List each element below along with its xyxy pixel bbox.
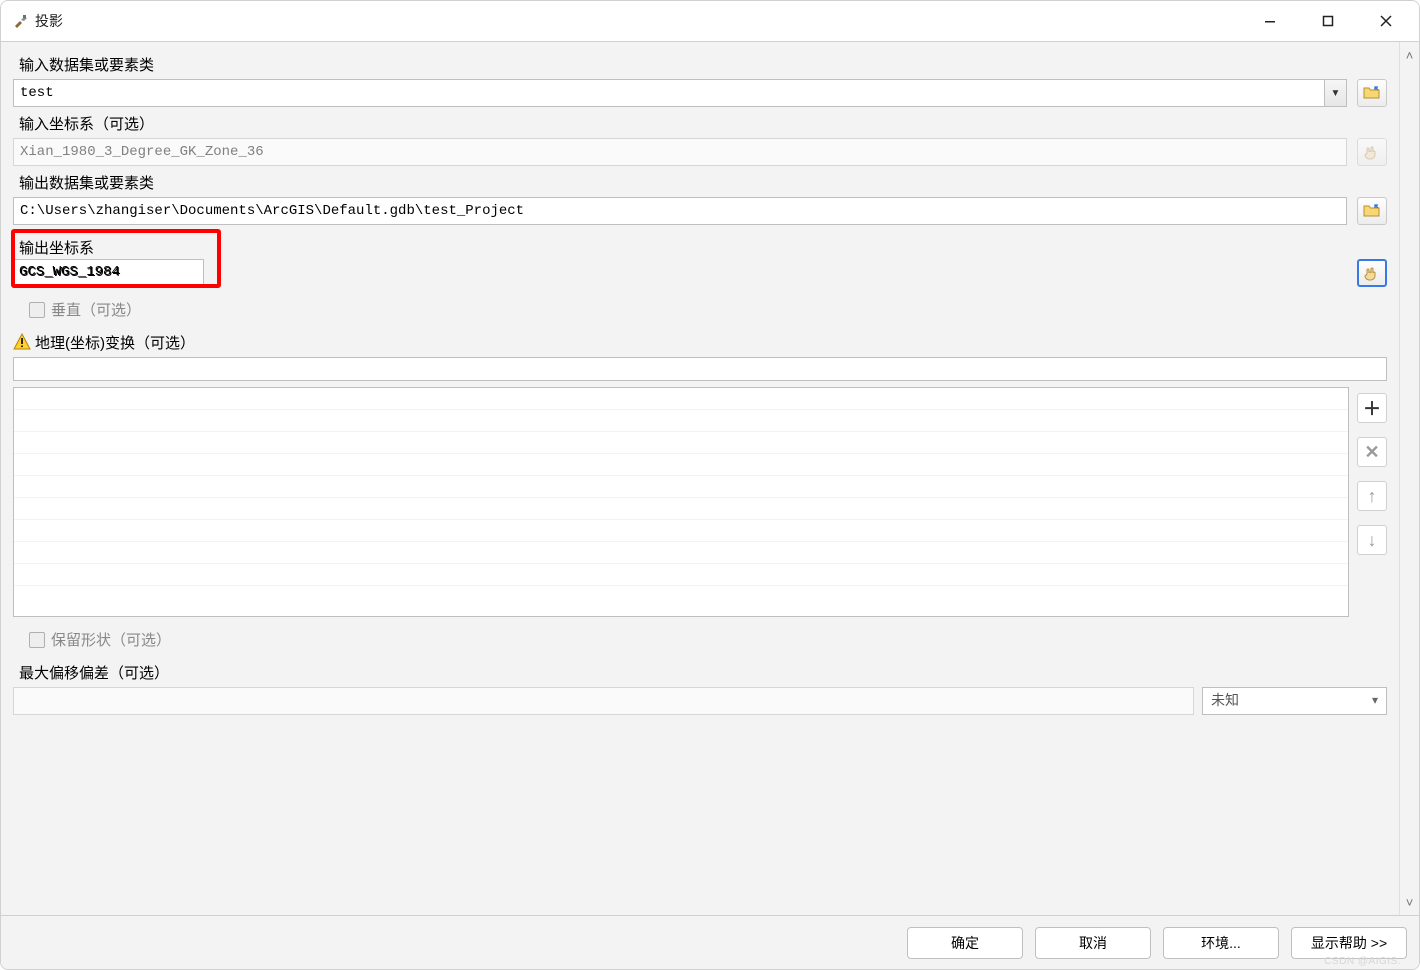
show-help-button[interactable]: 显示帮助 >> — [1291, 927, 1407, 959]
maximize-icon — [1322, 15, 1334, 27]
window-title: 投影 — [35, 11, 63, 31]
list-item — [14, 388, 1348, 410]
arrow-up-icon: ↑ — [1368, 486, 1377, 507]
output-cs-highlight: 输出坐标系 GCS_WGS_1984 — [11, 229, 221, 288]
output-cs-label: 输出坐标系 — [19, 237, 213, 258]
geo-transform-listbox[interactable] — [13, 387, 1349, 617]
max-offset-unit-value: 未知 — [1211, 692, 1239, 708]
max-offset-row: 未知 — [13, 687, 1387, 715]
browse-output-dataset-button[interactable] — [1357, 197, 1387, 225]
output-dataset-input[interactable] — [13, 197, 1347, 225]
vertical-checkbox-label: 垂直（可选） — [51, 299, 141, 320]
scroll-up-icon[interactable]: ˄ — [1403, 48, 1417, 62]
list-item — [14, 432, 1348, 454]
environments-button[interactable]: 环境... — [1163, 927, 1279, 959]
window-controls — [1241, 1, 1415, 41]
minimize-icon — [1264, 15, 1276, 27]
input-dataset-input[interactable] — [13, 79, 1347, 107]
output-cs-row: 输出坐标系 GCS_WGS_1984 — [13, 229, 1387, 287]
cancel-button-label: 取消 — [1079, 933, 1107, 953]
browse-output-cs-button[interactable] — [1357, 259, 1387, 287]
warning-icon — [13, 333, 31, 351]
geo-transform-input[interactable] — [13, 357, 1387, 381]
x-icon: ✕ — [1364, 442, 1379, 463]
folder-open-icon — [1363, 203, 1381, 219]
list-item — [14, 564, 1348, 586]
show-help-button-label: 显示帮助 >> — [1311, 933, 1387, 953]
add-transform-button[interactable]: ＋ — [1357, 393, 1387, 423]
output-dataset-label: 输出数据集或要素类 — [13, 172, 1387, 193]
hand-icon — [1363, 144, 1381, 160]
plus-icon: ＋ — [1363, 395, 1381, 421]
input-cs-label: 输入坐标系（可选） — [13, 113, 1387, 134]
geo-transform-label-row: 地理(坐标)变换（可选） — [13, 330, 1387, 353]
browse-input-dataset-button[interactable] — [1357, 79, 1387, 107]
minimize-button[interactable] — [1241, 1, 1299, 41]
list-item — [14, 476, 1348, 498]
list-item — [14, 520, 1348, 542]
environments-button-label: 环境... — [1201, 933, 1241, 953]
hammer-icon — [11, 12, 29, 30]
folder-open-icon — [1363, 85, 1381, 101]
browse-input-cs-button — [1357, 138, 1387, 166]
close-button[interactable] — [1357, 1, 1415, 41]
vertical-checkbox-row: 垂直（可选） — [13, 299, 1387, 320]
input-dataset-combo[interactable]: ▼ — [13, 79, 1347, 107]
geo-transform-list-buttons: ＋ ✕ ↑ ↓ — [1357, 387, 1387, 617]
preserve-shape-label: 保留形状（可选） — [51, 629, 171, 650]
vertical-checkbox — [29, 302, 45, 318]
max-offset-label: 最大偏移偏差（可选） — [13, 662, 1387, 683]
geo-transform-list-area: ＋ ✕ ↑ ↓ — [13, 387, 1387, 617]
dialog-window: 投影 输入数据集或要素类 ▼ — [0, 0, 1420, 970]
form-area: 输入数据集或要素类 ▼ 输入坐标系（可选） — [1, 42, 1399, 915]
input-cs-input — [13, 138, 1347, 166]
move-up-button[interactable]: ↑ — [1357, 481, 1387, 511]
output-cs-value-in-box: GCS_WGS_1984 — [19, 264, 213, 280]
list-item — [14, 498, 1348, 520]
input-cs-row — [13, 138, 1387, 166]
list-item — [14, 542, 1348, 564]
max-offset-input — [13, 687, 1194, 715]
move-down-button[interactable]: ↓ — [1357, 525, 1387, 555]
cancel-button[interactable]: 取消 — [1035, 927, 1151, 959]
close-icon — [1380, 15, 1392, 27]
input-dataset-label: 输入数据集或要素类 — [13, 54, 1387, 75]
remove-transform-button[interactable]: ✕ — [1357, 437, 1387, 467]
hand-icon — [1363, 265, 1381, 281]
scroll-down-icon[interactable]: ˅ — [1403, 895, 1417, 909]
max-offset-unit-select[interactable]: 未知 — [1202, 687, 1387, 715]
ok-button-label: 确定 — [951, 933, 979, 953]
preserve-shape-checkbox — [29, 632, 45, 648]
output-dataset-row — [13, 197, 1387, 225]
titlebar: 投影 — [1, 1, 1419, 41]
geo-transform-label: 地理(坐标)变换（可选） — [35, 332, 195, 353]
client-area: 输入数据集或要素类 ▼ 输入坐标系（可选） — [1, 41, 1419, 915]
input-dataset-row: ▼ — [13, 79, 1387, 107]
list-item — [14, 410, 1348, 432]
maximize-button[interactable] — [1299, 1, 1357, 41]
list-item — [14, 454, 1348, 476]
button-bar: 确定 取消 环境... 显示帮助 >> CSDN @AIGIS. — [1, 915, 1419, 969]
dropdown-arrow-icon[interactable]: ▼ — [1324, 80, 1346, 106]
vertical-scrollbar[interactable]: ˄ ˅ — [1399, 42, 1419, 915]
ok-button[interactable]: 确定 — [907, 927, 1023, 959]
arrow-down-icon: ↓ — [1368, 530, 1377, 551]
preserve-shape-checkbox-row: 保留形状（可选） — [13, 629, 1387, 650]
